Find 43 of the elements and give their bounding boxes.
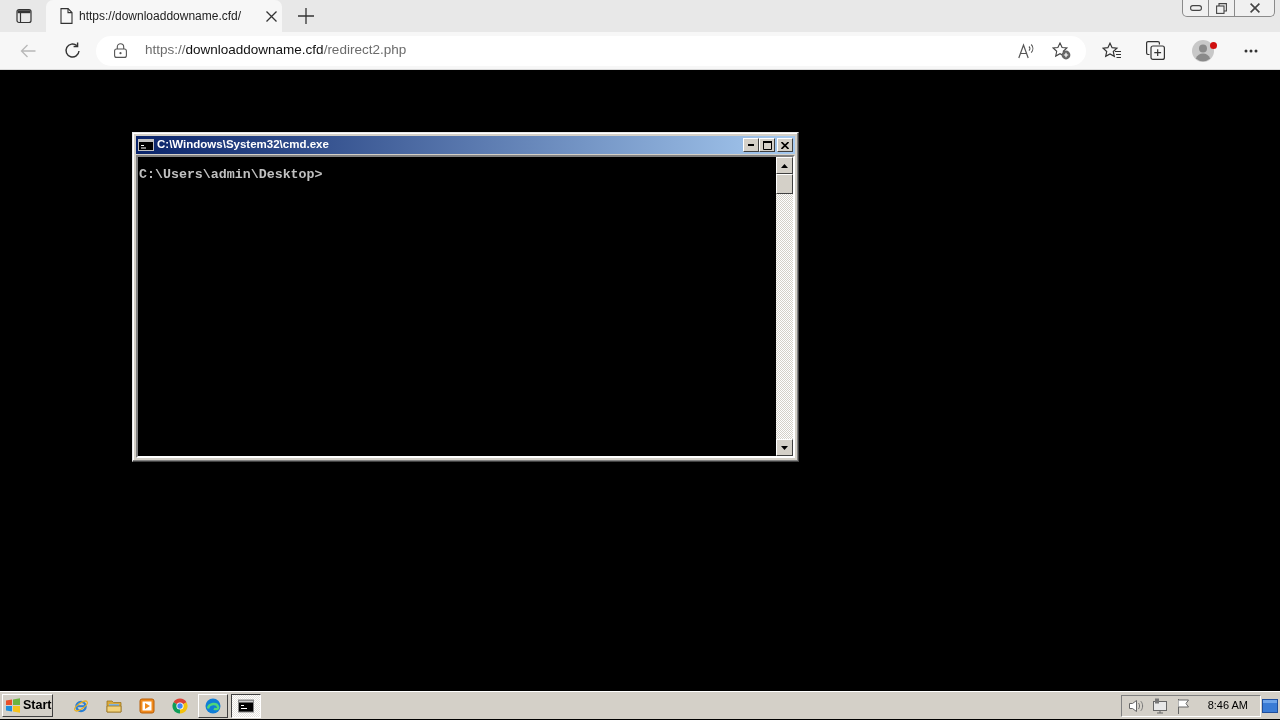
lock-icon xyxy=(114,43,127,58)
restore-icon xyxy=(1216,2,1227,14)
avatar-icon[interactable] xyxy=(1192,39,1214,62)
add-favorite-icon[interactable] xyxy=(1052,41,1071,60)
speaker-icon[interactable] xyxy=(1127,697,1144,714)
window-title: C:\Windows\System32\cmd.exe xyxy=(157,137,329,153)
scroll-thumb[interactable] xyxy=(776,174,793,194)
scrollbar[interactable] xyxy=(776,157,793,456)
collections-icon[interactable] xyxy=(1146,41,1165,60)
browser-tab[interactable]: https://downloaddowname.cfd/ xyxy=(46,0,282,32)
read-aloud-icon[interactable] xyxy=(1018,42,1036,59)
close-icon xyxy=(1249,3,1260,13)
down-arrow-icon xyxy=(781,445,788,450)
console-text: C:\Users\admin\Desktop> xyxy=(139,169,323,181)
console-icon xyxy=(138,139,154,151)
console-icon xyxy=(238,697,254,714)
play-icon[interactable] xyxy=(138,697,155,714)
up-arrow-icon xyxy=(781,163,788,168)
minimize-icon xyxy=(748,144,754,146)
scroll-up-button[interactable] xyxy=(776,157,793,174)
minimize-button[interactable] xyxy=(743,138,759,152)
network-icon[interactable] xyxy=(1151,697,1168,714)
scroll-down-button[interactable] xyxy=(776,439,793,456)
close-icon[interactable] xyxy=(266,10,277,22)
swirl-icon xyxy=(205,697,221,714)
maximize-icon xyxy=(762,140,772,150)
tab-actions-icon[interactable] xyxy=(16,8,32,24)
close-icon xyxy=(781,141,789,149)
address-field[interactable]: https://downloaddowname.cfd/redirect2.php xyxy=(96,35,1086,66)
favorites-icon[interactable] xyxy=(1102,41,1122,60)
start-logo-icon xyxy=(5,698,21,713)
show-desktop-icon[interactable] xyxy=(1262,698,1278,713)
new-tab-icon[interactable] xyxy=(298,8,314,24)
refresh-icon[interactable] xyxy=(64,42,81,59)
notification-dot-icon xyxy=(1210,41,1217,49)
more-icon[interactable] xyxy=(1244,48,1258,53)
taskbar-button[interactable] xyxy=(231,693,261,718)
segmented-circle-icon[interactable] xyxy=(171,697,188,714)
start-button[interactable]: Start xyxy=(2,694,53,717)
page-icon xyxy=(60,8,73,24)
flag-icon[interactable] xyxy=(1175,697,1192,714)
minimize-icon xyxy=(1189,5,1202,11)
maximize-button[interactable] xyxy=(759,138,775,152)
